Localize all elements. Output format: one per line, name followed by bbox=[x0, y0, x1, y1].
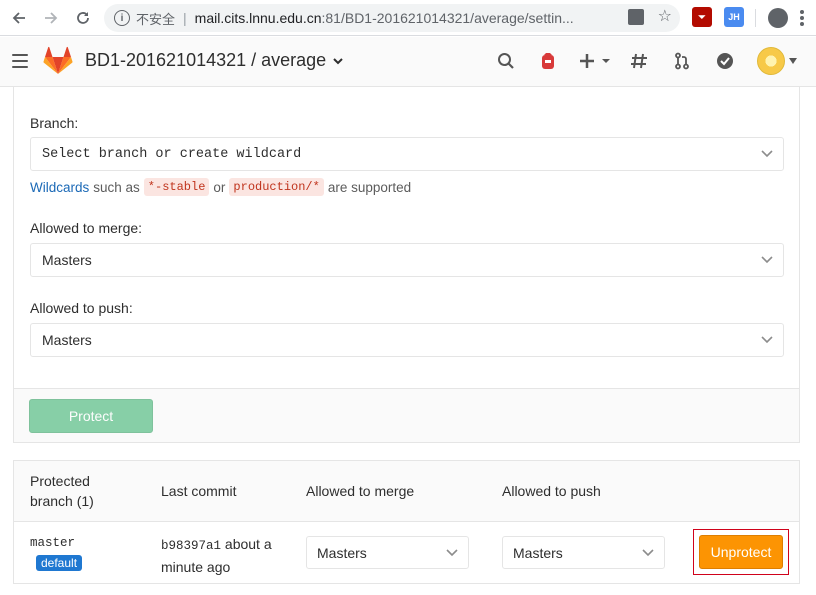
info-icon[interactable]: i bbox=[114, 10, 130, 26]
default-badge: default bbox=[36, 555, 83, 571]
reload-icon[interactable] bbox=[70, 5, 96, 31]
wildcards-link[interactable]: Wildcards bbox=[30, 180, 89, 195]
todo-check-icon[interactable] bbox=[715, 51, 735, 71]
jh-extension-icon[interactable]: JH bbox=[724, 7, 744, 27]
chevron-down-icon bbox=[446, 549, 458, 557]
project-breadcrumb[interactable]: BD1-201621014321 / average bbox=[85, 50, 344, 71]
app-header: BD1-201621014321 / average bbox=[0, 37, 816, 87]
column-header-allowed-push: Allowed to push bbox=[502, 483, 601, 499]
column-header-last-commit: Last commit bbox=[161, 483, 237, 499]
translate-icon[interactable] bbox=[627, 9, 644, 25]
merge-access-value: Masters bbox=[42, 252, 92, 268]
hint-text: such as bbox=[93, 179, 140, 195]
row-push-access-value: Masters bbox=[513, 544, 563, 561]
chevron-down-icon bbox=[642, 549, 654, 557]
chevron-down-icon[interactable] bbox=[789, 58, 797, 64]
branch-name: master bbox=[30, 536, 76, 550]
push-label: Allowed to push: bbox=[30, 300, 133, 316]
column-header-allowed-merge: Allowed to merge bbox=[306, 483, 415, 499]
merge-request-icon[interactable] bbox=[672, 51, 692, 71]
browser-menu-icon[interactable] bbox=[800, 10, 804, 26]
breadcrumb-text: BD1-201621014321 / average bbox=[85, 50, 327, 70]
unprotect-button[interactable]: Unprotect bbox=[699, 535, 783, 569]
column-header-branch-line2: branch (1) bbox=[30, 493, 94, 509]
push-access-select[interactable]: Masters bbox=[30, 323, 784, 357]
wildcard-hint: Wildcards such as *-stable or production… bbox=[30, 178, 411, 196]
url-separator: | bbox=[183, 10, 187, 26]
address-bar[interactable]: i 不安全 | mail.cits.lnnu.edu.cn :81/BD1-20… bbox=[104, 4, 680, 32]
star-icon[interactable]: ☆ bbox=[658, 9, 672, 25]
row-push-access-select[interactable]: Masters bbox=[502, 536, 665, 569]
column-header-branch-line1: Protected bbox=[30, 473, 90, 489]
merge-label: Allowed to merge: bbox=[30, 220, 143, 236]
chevron-down-icon bbox=[761, 256, 773, 264]
hamburger-icon[interactable] bbox=[12, 54, 28, 68]
commit-time: minute ago bbox=[161, 559, 231, 575]
protect-branch-form: Branch: Select branch or create wildcard… bbox=[13, 87, 800, 443]
tanuki-avatar-icon[interactable] bbox=[538, 51, 558, 71]
column-header-branch: Protected branch (1) bbox=[30, 471, 94, 511]
toolbar-divider bbox=[755, 9, 756, 27]
commit-sha-link[interactable]: b98397a1 bbox=[161, 539, 221, 553]
user-avatar[interactable] bbox=[757, 47, 785, 75]
row-merge-access-value: Masters bbox=[317, 544, 367, 561]
form-footer: Protect bbox=[14, 388, 799, 442]
forward-icon[interactable] bbox=[38, 5, 64, 31]
profile-icon[interactable] bbox=[768, 8, 788, 28]
last-commit: b98397a1 about a minute ago bbox=[161, 534, 272, 578]
new-item-icon[interactable] bbox=[578, 51, 612, 71]
push-access-value: Masters bbox=[42, 332, 92, 348]
hash-icon[interactable] bbox=[629, 51, 649, 71]
protect-button[interactable]: Protect bbox=[29, 399, 153, 433]
url-host: mail.cits.lnnu.edu.cn bbox=[194, 10, 322, 26]
unprotect-highlight: Unprotect bbox=[693, 529, 789, 575]
commit-time: about a bbox=[224, 536, 272, 552]
gitlab-logo-icon[interactable] bbox=[42, 45, 74, 77]
protected-branches-table: Protected branch (1) Last commit Allowed… bbox=[13, 460, 800, 584]
row-merge-access-select[interactable]: Masters bbox=[306, 536, 469, 569]
branch-label: Branch: bbox=[30, 115, 79, 131]
branch-select-placeholder: Select branch or create wildcard bbox=[42, 146, 302, 162]
search-icon[interactable] bbox=[496, 51, 516, 71]
branch-select[interactable]: Select branch or create wildcard bbox=[30, 137, 784, 171]
table-header: Protected branch (1) Last commit Allowed… bbox=[14, 461, 799, 522]
insecure-label: 不安全 bbox=[136, 11, 176, 27]
back-icon[interactable] bbox=[6, 5, 32, 31]
hint-code-stable: *-stable bbox=[143, 178, 210, 196]
hint-text: or bbox=[213, 179, 226, 195]
hint-text: are supported bbox=[327, 179, 412, 195]
chevron-down-icon bbox=[761, 150, 773, 158]
merge-access-select[interactable]: Masters bbox=[30, 243, 784, 277]
pdf-extension-icon[interactable]: ⏷ bbox=[692, 7, 712, 27]
chevron-down-icon bbox=[761, 336, 773, 344]
url-path: :81/BD1-201621014321/average/settin... bbox=[321, 10, 574, 26]
chevron-down-icon bbox=[333, 57, 343, 64]
hint-code-production: production/* bbox=[229, 178, 324, 196]
browser-toolbar: i 不安全 | mail.cits.lnnu.edu.cn :81/BD1-20… bbox=[0, 0, 816, 36]
